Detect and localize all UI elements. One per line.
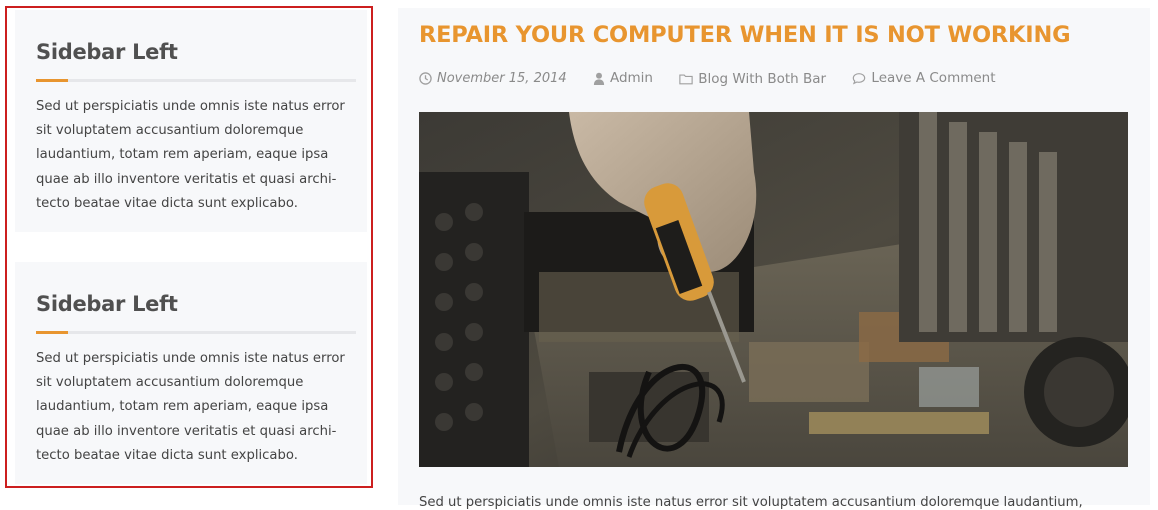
featured-image-photo xyxy=(419,112,1128,467)
title-rule-accent xyxy=(36,79,68,82)
widget-text: Sed ut perspiciatis unde omnis iste natu… xyxy=(36,99,345,211)
widget-text: Sed ut perspiciatis unde omnis iste natu… xyxy=(36,351,345,463)
post-date: November 15, 2014 xyxy=(419,71,567,86)
featured-image[interactable] xyxy=(419,112,1128,467)
widget-title-rule xyxy=(36,79,356,82)
post-meta: November 15, 2014 Admin Blog With Both B… xyxy=(419,70,1018,89)
folder-icon xyxy=(679,73,693,84)
post-author[interactable]: Admin xyxy=(593,70,653,86)
widget-title-rule xyxy=(36,331,356,334)
post-comments[interactable]: Leave A Comment xyxy=(852,70,996,86)
left-sidebar: Sidebar Left Sed ut perspiciatis unde om… xyxy=(5,6,373,488)
blog-post: REPAIR YOUR COMPUTER WHEN IT IS NOT WORK… xyxy=(398,8,1150,510)
user-icon xyxy=(593,72,605,85)
post-title[interactable]: REPAIR YOUR COMPUTER WHEN IT IS NOT WORK… xyxy=(419,22,1071,48)
post-author-link[interactable]: Admin xyxy=(610,70,653,86)
title-rule-accent xyxy=(36,331,68,334)
post-date-text: November 15, 2014 xyxy=(437,70,567,86)
sidebar-widget: Sidebar Left Sed ut perspiciatis unde om… xyxy=(15,262,367,484)
clock-icon xyxy=(419,71,432,85)
widget-title: Sidebar Left xyxy=(36,292,178,316)
widget-title: Sidebar Left xyxy=(36,40,178,64)
leave-comment-link[interactable]: Leave A Comment xyxy=(871,70,995,86)
post-category[interactable]: Blog With Both Bar xyxy=(679,71,826,87)
post-category-link[interactable]: Blog With Both Bar xyxy=(698,71,826,87)
post-excerpt: Sed ut perspiciatis unde omnis iste natu… xyxy=(419,495,1083,510)
sidebar-widget: Sidebar Left Sed ut perspiciatis unde om… xyxy=(15,10,367,232)
comment-icon xyxy=(853,72,866,84)
